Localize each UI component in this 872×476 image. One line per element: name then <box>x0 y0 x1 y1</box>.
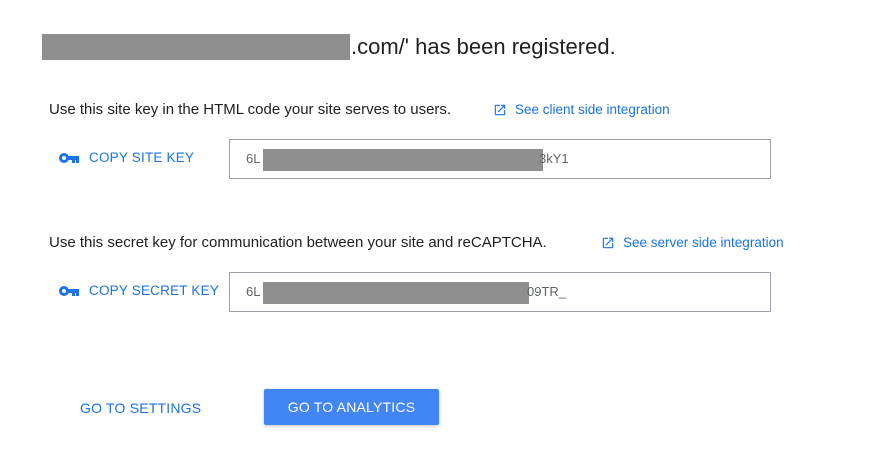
secret-key-suffix: 09TR_ <box>527 284 567 299</box>
server-side-integration-label: See server side integration <box>623 235 784 250</box>
site-key-description: Use this site key in the HTML code your … <box>49 101 452 118</box>
client-side-integration-link[interactable]: See client side integration <box>493 102 670 117</box>
secret-key-prefix: 6L <box>246 284 261 299</box>
page-title: .com/' has been registered. <box>42 32 616 62</box>
open-in-new-icon <box>602 237 614 248</box>
key-icon <box>59 285 79 296</box>
secret-key-description: Use this secret key for communication be… <box>49 234 547 251</box>
registration-success-page: .com/' has been registered. Use this sit… <box>0 0 872 476</box>
copy-site-key-button[interactable]: COPY SITE KEY <box>58 150 194 165</box>
key-icon <box>59 152 79 163</box>
secret-key-field[interactable]: 6L 09TR_ <box>229 272 771 312</box>
site-key-prefix: 6L <box>246 151 261 166</box>
site-key-suffix: 3kY1 <box>539 151 569 166</box>
copy-secret-key-button[interactable]: COPY SECRET KEY <box>58 283 219 298</box>
redacted-secret-key <box>263 282 529 304</box>
client-side-integration-label: See client side integration <box>515 102 670 117</box>
go-to-analytics-button[interactable]: GO TO ANALYTICS <box>264 389 439 425</box>
page-title-text: .com/' has been registered. <box>351 34 616 59</box>
redacted-domain <box>42 34 350 60</box>
copy-site-key-label: COPY SITE KEY <box>89 150 195 165</box>
go-to-settings-button[interactable]: GO TO SETTINGS <box>80 396 201 420</box>
server-side-integration-link[interactable]: See server side integration <box>601 235 784 250</box>
open-in-new-icon <box>494 104 506 115</box>
site-key-field[interactable]: 6L 3kY1 <box>229 139 771 179</box>
redacted-site-key <box>263 149 543 171</box>
copy-secret-key-label: COPY SECRET KEY <box>89 283 220 298</box>
